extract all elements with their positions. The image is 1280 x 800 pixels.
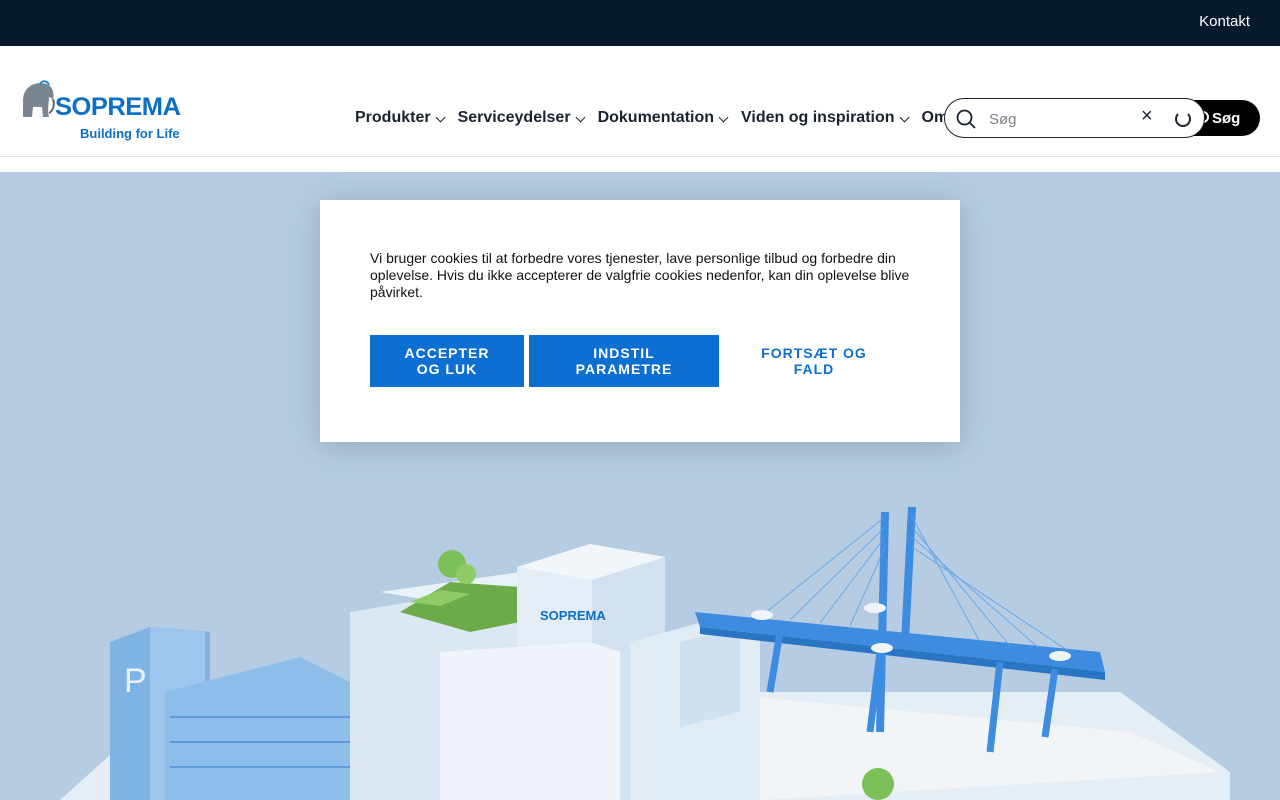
- search-field: ×: [944, 98, 1205, 138]
- nav-item-viden[interactable]: Viden og inspiration: [741, 109, 909, 127]
- loading-spinner-icon: [1175, 111, 1191, 127]
- building-sign: SOPREMA: [540, 608, 606, 623]
- soprema-logo[interactable]: SOPREMA Building for Life: [19, 79, 181, 143]
- continue-without-button[interactable]: Fortsæt og fald: [724, 335, 904, 387]
- nav-item-dokumentation[interactable]: Dokumentation: [597, 109, 729, 127]
- chevron-down-icon: [899, 112, 909, 122]
- nav-item-produkter[interactable]: Produkter: [355, 109, 446, 127]
- nav-label: Viden og inspiration: [741, 109, 895, 126]
- chevron-down-icon: [435, 112, 446, 122]
- accept-cookies-button[interactable]: Accepter og luk: [370, 335, 524, 387]
- parking-sign: P: [124, 662, 147, 700]
- nav-label: Dokumentation: [597, 109, 715, 126]
- cookie-dialog: Vi bruger cookies til at forbedre vores …: [320, 200, 960, 442]
- brand-name: SOPREMA: [55, 93, 181, 121]
- close-icon[interactable]: ×: [1141, 106, 1157, 126]
- nav-item-serviceydelser[interactable]: Serviceydelser: [457, 109, 586, 127]
- contact-link[interactable]: Kontakt: [1199, 13, 1250, 30]
- chevron-down-icon: [575, 112, 586, 122]
- nav-label: Serviceydelser: [457, 109, 571, 126]
- mammoth-icon: [23, 80, 55, 117]
- site-header: SOPREMA Building for Life Produkter Serv…: [0, 46, 1280, 157]
- cookie-settings-button[interactable]: Indstil parametre: [529, 335, 719, 387]
- main-nav: Produkter Serviceydelser Dokumentation V…: [355, 109, 962, 127]
- chevron-down-icon: [718, 112, 729, 122]
- search-icon: [956, 109, 976, 129]
- brand-tagline: Building for Life: [80, 126, 180, 141]
- search-input[interactable]: [989, 107, 1129, 131]
- nav-label: Produkter: [355, 109, 431, 126]
- cookie-text: Vi bruger cookies til at forbedre vores …: [370, 250, 910, 300]
- search-button-label: Søg: [1212, 109, 1241, 127]
- top-bar: Kontakt: [0, 0, 1280, 46]
